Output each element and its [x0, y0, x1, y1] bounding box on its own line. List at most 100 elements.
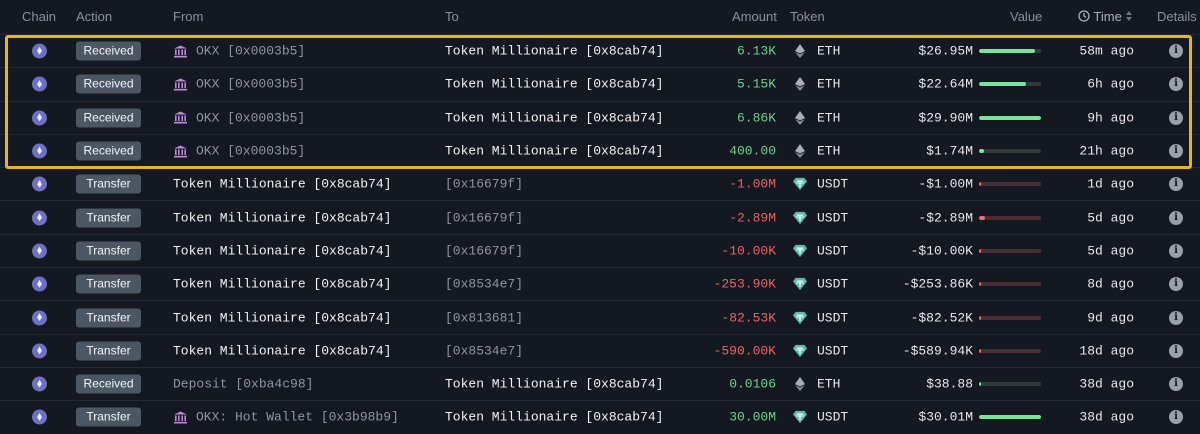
info-icon[interactable]: i [1169, 243, 1183, 258]
token-symbol[interactable]: ETH [817, 44, 840, 59]
to-address[interactable]: Token Millionaire [0x8cab74] [445, 77, 663, 92]
to-address[interactable]: Token Millionaire [0x8cab74] [445, 377, 663, 392]
eth-icon [795, 377, 805, 392]
from-address[interactable]: Token Millionaire [0x8cab74] [173, 310, 391, 325]
table-row[interactable]: Received OKX [0x0003b5] Token Millionaire … [0, 133, 1200, 167]
to-address[interactable]: [0x813681] [445, 310, 523, 325]
from-address[interactable]: Token Millionaire [0x8cab74] [173, 210, 391, 225]
to-address[interactable]: [0x16679f] [445, 177, 523, 192]
table-row[interactable]: Transfer Token Millionaire [0x8cab74] [0x1… [0, 167, 1200, 200]
info-icon[interactable]: i [1169, 44, 1183, 59]
action-badge: Transfer [76, 241, 141, 261]
token-symbol[interactable]: USDT [817, 277, 848, 292]
to-address[interactable]: [0x8534e7] [445, 343, 523, 358]
column-header-time[interactable]: Time [1078, 9, 1133, 24]
value-bar-fill [979, 215, 986, 220]
from-address[interactable]: Deposit [0xba4c98] [173, 377, 313, 392]
table-row[interactable]: Transfer Token Millionaire [0x8cab74] [0x1… [0, 200, 1200, 233]
token-icon [793, 177, 807, 191]
time-ago: 38d ago [1079, 409, 1134, 425]
info-icon[interactable]: i [1169, 210, 1183, 225]
table-row[interactable]: Transfer OKX: Hot Wallet [0x3b98b9] Token … [0, 400, 1200, 433]
to-address[interactable]: Token Millionaire [0x8cab74] [445, 110, 663, 125]
from-address-label: OKX: Hot Wallet [0x3b98b9] [196, 409, 399, 425]
to-address[interactable]: [0x16679f] [445, 243, 523, 258]
usdt-icon [793, 178, 807, 191]
from-address[interactable]: Token Millionaire [0x8cab74] [173, 243, 391, 258]
value-bar [979, 315, 1041, 320]
from-address[interactable]: OKX [0x0003b5] [173, 144, 305, 159]
token-symbol[interactable]: USDT [817, 410, 848, 425]
from-address-label: Token Millionaire [0x8cab74] [173, 176, 392, 192]
amount: 0.0106 [729, 376, 776, 392]
token-symbol[interactable]: ETH [817, 377, 840, 392]
value-bar [979, 282, 1041, 287]
token-symbol[interactable]: ETH [817, 144, 840, 159]
token-icon [793, 377, 807, 392]
table-row[interactable]: Transfer Token Millionaire [0x8cab74] [0x1… [0, 233, 1200, 267]
table-row[interactable]: Received OKX [0x0003b5] Token Millionaire … [0, 67, 1200, 100]
usdt-icon [793, 411, 807, 424]
token-symbol[interactable]: USDT [817, 243, 848, 258]
to-address[interactable]: [0x16679f] [445, 210, 523, 225]
to-address[interactable]: Token Millionaire [0x8cab74] [445, 144, 663, 159]
from-address[interactable]: Token Millionaire [0x8cab74] [173, 343, 391, 358]
bank-icon [174, 111, 187, 124]
table-row[interactable]: Transfer Token Millionaire [0x8cab74] [0x8… [0, 333, 1200, 367]
table-row[interactable]: Transfer Token Millionaire [0x8cab74] [0x8… [0, 267, 1200, 300]
info-icon[interactable]: i [1169, 144, 1183, 159]
action-badge: Transfer [76, 407, 141, 427]
table-row[interactable]: Transfer Token Millionaire [0x8cab74] [0x8… [0, 300, 1200, 333]
info-icon[interactable]: i [1169, 410, 1183, 425]
column-header-value[interactable]: Value [1010, 9, 1042, 24]
token-symbol[interactable]: USDT [817, 210, 848, 225]
column-header-time-label: Time [1093, 9, 1122, 24]
from-address[interactable]: Token Millionaire [0x8cab74] [173, 277, 391, 292]
usd-value: $38.88 [926, 376, 973, 392]
value-bar [979, 149, 1041, 154]
info-icon[interactable]: i [1169, 343, 1183, 358]
token-symbol[interactable]: USDT [817, 177, 848, 192]
from-address[interactable]: OKX [0x0003b5] [173, 77, 305, 92]
info-icon[interactable]: i [1169, 177, 1183, 192]
info-icon[interactable]: i [1169, 310, 1183, 325]
usdt-icon [793, 311, 807, 324]
time-ago: 9h ago [1087, 110, 1134, 126]
info-icon[interactable]: i [1169, 277, 1183, 292]
action-badge: Transfer [76, 341, 141, 361]
amount: 6.86K [736, 110, 776, 126]
from-address-label: OKX [0x0003b5] [196, 76, 306, 92]
token-symbol[interactable]: ETH [817, 110, 840, 125]
table-row[interactable]: Received Deposit [0xba4c98] Token Milliona… [0, 366, 1200, 400]
eth-icon [795, 44, 805, 59]
column-header-amount[interactable]: Amount [732, 9, 777, 24]
usd-value: $26.95M [918, 43, 973, 59]
to-address[interactable]: Token Millionaire [0x8cab74] [445, 44, 663, 59]
table-row[interactable]: Received OKX [0x0003b5] Token Millionaire … [0, 34, 1200, 67]
from-address[interactable]: OKX [0x0003b5] [173, 110, 305, 125]
usdt-icon [793, 344, 807, 357]
to-address[interactable]: [0x8534e7] [445, 277, 523, 292]
table-row[interactable]: Received OKX [0x0003b5] Token Millionaire … [0, 100, 1200, 134]
amount: 6.13K [736, 43, 776, 59]
time-ago: 21h ago [1079, 143, 1134, 159]
value-bar-fill [979, 82, 1027, 87]
info-icon[interactable]: i [1169, 377, 1183, 392]
from-address[interactable]: Token Millionaire [0x8cab74] [173, 177, 391, 192]
ethereum-icon [32, 310, 47, 326]
to-address[interactable]: Token Millionaire [0x8cab74] [445, 410, 663, 425]
from-address[interactable]: OKX: Hot Wallet [0x3b98b9] [173, 410, 399, 425]
info-icon[interactable]: i [1169, 110, 1183, 125]
info-icon[interactable]: i [1169, 77, 1183, 92]
token-symbol[interactable]: USDT [817, 310, 848, 325]
token-symbol[interactable]: ETH [817, 77, 840, 92]
from-address[interactable]: OKX [0x0003b5] [173, 44, 305, 59]
transactions-table: Received OKX [0x0003b5] Token Millionaire … [0, 34, 1200, 434]
value-bar [979, 248, 1041, 253]
usdt-icon [793, 244, 807, 258]
amount: 5.15K [736, 76, 776, 92]
token-symbol[interactable]: USDT [817, 343, 848, 358]
ethereum-icon [32, 409, 47, 425]
sort-icon[interactable] [1125, 10, 1133, 22]
eth-icon [795, 144, 805, 159]
